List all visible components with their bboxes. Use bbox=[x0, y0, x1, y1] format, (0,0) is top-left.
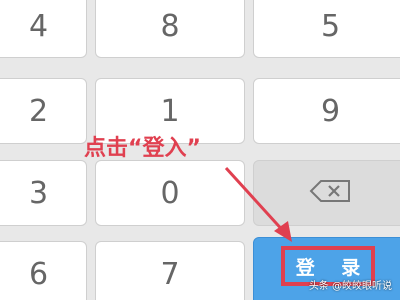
key-3-label: 3 bbox=[28, 175, 49, 211]
key-2[interactable]: 2 bbox=[0, 78, 87, 144]
key-4[interactable]: 4 bbox=[0, 0, 87, 58]
backspace-button[interactable] bbox=[253, 160, 400, 226]
watermark: 头条 @皎皎眼听说 bbox=[308, 281, 392, 292]
key-6-label: 6 bbox=[28, 256, 49, 292]
key-9[interactable]: 9 bbox=[253, 78, 400, 144]
key-8-label: 8 bbox=[160, 8, 180, 44]
key-2-label: 2 bbox=[28, 93, 49, 129]
key-6[interactable]: 6 bbox=[0, 241, 87, 300]
key-7[interactable]: 7 bbox=[95, 241, 245, 300]
key-7-label: 7 bbox=[160, 256, 180, 292]
key-1-label: 1 bbox=[160, 93, 180, 129]
backspace-icon bbox=[309, 176, 353, 211]
key-9-label: 9 bbox=[320, 93, 341, 129]
key-8[interactable]: 8 bbox=[95, 0, 245, 58]
login-button-label: 登 录 bbox=[295, 256, 371, 279]
key-4-label: 4 bbox=[28, 8, 49, 44]
key-3[interactable]: 3 bbox=[0, 160, 87, 226]
key-5-label: 5 bbox=[320, 8, 341, 44]
key-5[interactable]: 5 bbox=[253, 0, 400, 58]
annotation-text: 点击“登入” bbox=[84, 136, 201, 161]
key-0[interactable]: 0 bbox=[95, 160, 245, 226]
key-0-label: 0 bbox=[160, 175, 180, 211]
